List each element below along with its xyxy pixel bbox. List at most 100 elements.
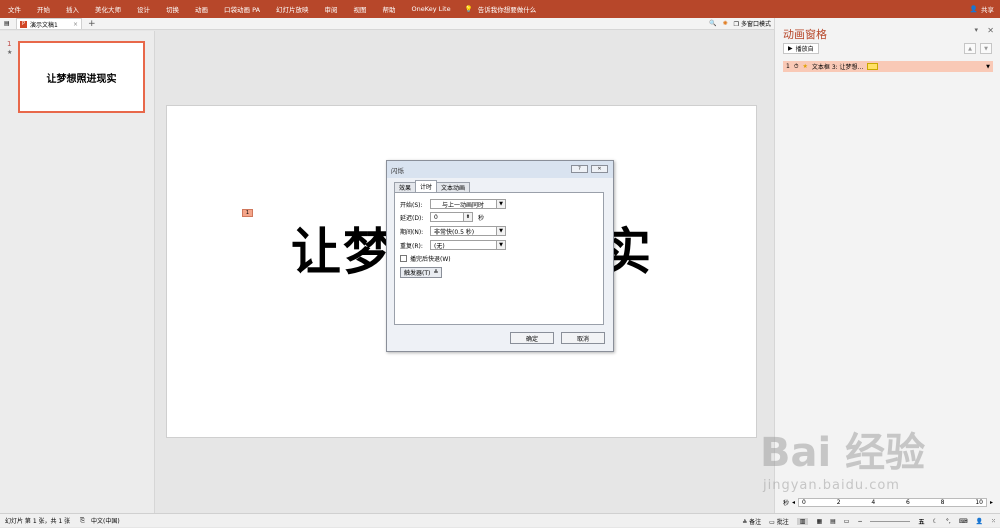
- ribbon-bar: 文件 开始 插入 美化大师 设计 切换 动画 口袋动画 PA 幻灯片放映 审阅 …: [0, 0, 1000, 18]
- ribbon-tab-view[interactable]: 视图: [346, 4, 375, 14]
- delay-row: 延迟(D): 0 ⬍ 秒: [400, 212, 484, 222]
- spellcheck-icon[interactable]: ⎘: [80, 517, 85, 525]
- chevron-right-icon[interactable]: ▸: [990, 499, 993, 506]
- language[interactable]: 中文(中国): [91, 516, 120, 525]
- ok-button[interactable]: 确定: [510, 332, 554, 344]
- chevron-down-icon: ▼: [496, 200, 505, 208]
- animation-order-marker[interactable]: 1: [242, 209, 253, 217]
- tab-text-animation[interactable]: 文本动画: [436, 182, 471, 192]
- reading-view-icon[interactable]: ▤: [830, 518, 836, 525]
- duration-select[interactable]: 非常快(0.5 秒) ▼: [430, 226, 506, 236]
- close-icon[interactable]: ×: [73, 21, 78, 28]
- apps-icon[interactable]: ⁙: [991, 518, 996, 525]
- ribbon-tab-onekey[interactable]: OneKey Lite: [404, 5, 459, 13]
- play-icon: ▶: [788, 45, 793, 52]
- tab-timing[interactable]: 计时: [415, 180, 438, 192]
- trigger-button[interactable]: 触发器(T) ≚: [400, 267, 443, 278]
- animation-list-item[interactable]: 1 ⏱ ★ 文本框 3: 让梦想... ▼: [783, 61, 993, 72]
- tab-effect[interactable]: 效果: [394, 182, 417, 192]
- ribbon-tab-home[interactable]: 开始: [29, 4, 58, 14]
- ribbon-tab-slideshow[interactable]: 幻灯片放映: [268, 4, 317, 14]
- slide-title-text[interactable]: 让梦 实: [291, 212, 651, 284]
- help-button[interactable]: ?: [571, 165, 588, 173]
- ribbon-tab-beautify[interactable]: 美化大师: [87, 4, 129, 14]
- document-tab-bar: ▤ P 演示文稿1 × + 🔍 ✺ ❐ 多窗口模式: [0, 18, 775, 30]
- tell-me-box[interactable]: 💡 告诉我你想要做什么: [465, 4, 537, 14]
- reorder-buttons: ▲ ▼: [964, 43, 992, 54]
- ribbon-tab-help[interactable]: 帮助: [375, 4, 404, 14]
- start-value: 与上一动画同时: [442, 201, 485, 209]
- ribbon-tab-file[interactable]: 文件: [0, 4, 29, 14]
- file-icon: ▤: [4, 20, 10, 27]
- window-icon: ❐: [733, 21, 740, 28]
- ribbon-tab-transitions[interactable]: 切换: [158, 4, 187, 14]
- notes-icon: ≙: [742, 518, 748, 526]
- multi-window-button[interactable]: ❐ 多窗口模式: [734, 19, 771, 28]
- spinner-icon[interactable]: ⬍: [463, 213, 472, 221]
- ribbon-tab-design[interactable]: 设计: [129, 4, 158, 14]
- baidu-watermark: Bai 经验 jingyan.baidu.com: [760, 420, 990, 500]
- comment-icon: ▭: [769, 518, 775, 526]
- ime-indicator[interactable]: 五: [918, 517, 924, 526]
- delay-value: 0: [434, 213, 438, 221]
- slide-text-left: 让梦: [291, 223, 395, 281]
- move-down-icon[interactable]: ▼: [980, 43, 992, 54]
- ribbon-tab-animations[interactable]: 动画: [187, 4, 216, 14]
- play-from-button[interactable]: ▶ 播放自: [783, 43, 819, 54]
- start-row: 开始(S): 与上一动画同时 ▼: [400, 199, 506, 209]
- close-button[interactable]: ✕: [591, 165, 608, 173]
- punctuation-icon: °,: [945, 517, 951, 525]
- slide-thumbnail[interactable]: 让梦想照进现实: [18, 41, 145, 113]
- double-chevron-down-icon: ≚: [433, 269, 439, 276]
- watermark-url: jingyan.baidu.com: [763, 478, 900, 493]
- ribbon-tab-insert[interactable]: 插入: [58, 4, 87, 14]
- repeat-value: (无): [434, 242, 445, 250]
- watermark-logo: Bai 经验: [760, 430, 926, 476]
- duration-value: 非常快(0.5 秒): [434, 228, 475, 236]
- pane-options-icon[interactable]: ▾: [974, 26, 978, 34]
- dialog-titlebar[interactable]: 闪烁 ? ✕: [387, 161, 613, 178]
- start-label: 开始(S):: [400, 201, 423, 209]
- rewind-row: 播完后快退(W): [400, 254, 451, 263]
- keyboard-icon[interactable]: ⌨: [959, 518, 968, 525]
- rewind-label: 播完后快退(W): [410, 256, 451, 263]
- person-icon: 👤: [969, 5, 978, 13]
- close-icon[interactable]: ✕: [987, 26, 994, 35]
- zoom-out-icon[interactable]: −: [857, 518, 862, 525]
- rewind-checkbox[interactable]: [400, 255, 407, 262]
- settings-icon[interactable]: ✺: [723, 20, 728, 27]
- timeline-bar[interactable]: [867, 63, 879, 70]
- animation-star-icon: ★: [7, 49, 13, 56]
- ribbon-tab-pocket-animation[interactable]: 口袋动画 PA: [216, 4, 268, 14]
- chevron-down-icon[interactable]: ▼: [986, 64, 990, 70]
- dialog-title: 闪烁: [391, 166, 404, 175]
- notes-label: 备注: [749, 518, 762, 526]
- duration-label: 期间(N):: [400, 228, 424, 236]
- comments-button[interactable]: ▭ 批注: [769, 517, 789, 526]
- normal-view-icon[interactable]: ▥: [796, 517, 809, 525]
- slide-thumbnail-panel: 1 ★ 让梦想照进现实: [0, 31, 155, 513]
- new-tab-button[interactable]: +: [88, 19, 96, 29]
- slide-sorter-icon[interactable]: ▦: [816, 518, 822, 525]
- moon-icon: ☾: [932, 517, 938, 525]
- delay-spinner[interactable]: 0 ⬍: [430, 212, 473, 222]
- start-select[interactable]: 与上一动画同时 ▼: [430, 199, 506, 209]
- trigger-label: 触发器(T): [404, 270, 431, 277]
- timing-dialog: 闪烁 ? ✕ 效果 计时 文本动画 开始(S): 与上一动画同时 ▼ 延迟(D)…: [386, 160, 614, 352]
- status-bar: 幻灯片 第 1 张，共 1 张 ⎘ 中文(中国) ≙ 备注 ▭ 批注 ▥ ▦ ▤…: [0, 513, 1000, 527]
- cancel-button[interactable]: 取消: [561, 332, 605, 344]
- document-tab[interactable]: P 演示文稿1 ×: [16, 18, 82, 29]
- item-number: 1: [786, 63, 790, 70]
- ribbon-tab-review[interactable]: 审阅: [317, 4, 346, 14]
- notes-button[interactable]: ≙ 备注: [742, 517, 761, 526]
- slideshow-icon[interactable]: ▭: [844, 518, 850, 525]
- repeat-label: 重复(R):: [400, 242, 423, 250]
- chevron-down-icon: ▼: [496, 227, 505, 235]
- delay-label: 延迟(D):: [400, 214, 424, 222]
- search-icon[interactable]: 🔍: [709, 20, 716, 27]
- powerpoint-icon: P: [20, 20, 27, 28]
- move-up-icon[interactable]: ▲: [964, 43, 976, 54]
- share-button[interactable]: 👤 共享: [970, 0, 994, 18]
- zoom-slider[interactable]: [870, 520, 911, 522]
- repeat-select[interactable]: (无) ▼: [430, 240, 506, 250]
